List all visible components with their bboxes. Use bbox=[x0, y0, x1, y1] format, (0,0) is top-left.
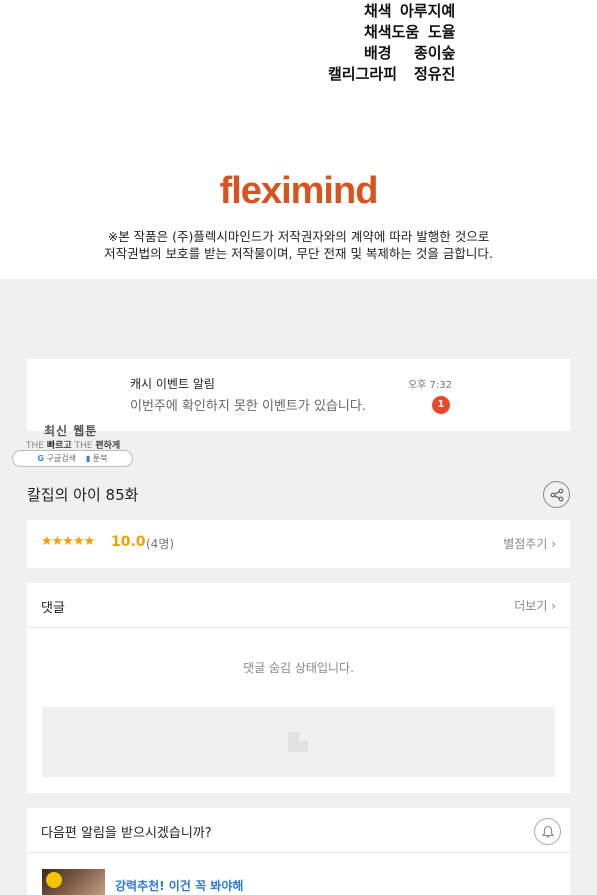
rating-score: 10.0 bbox=[111, 534, 146, 550]
notification-count-badge: 1 bbox=[432, 396, 450, 414]
copyright-notice: ※본 작품은 (주)플렉시마인드가 저작권자와의 계약에 따라 발행한 것으로 … bbox=[0, 228, 597, 262]
toonbook-ad-badge[interactable]: 최신 웹툰 THE 빠르고 THE 편하게 G 구글검색 ▮ 툰북 bbox=[12, 420, 133, 468]
credit-row: 배경 종이숲 bbox=[364, 42, 456, 63]
credit-role: 채색도움 bbox=[364, 23, 420, 41]
comments-title: 댓글 bbox=[41, 601, 65, 616]
bell-icon bbox=[541, 825, 554, 838]
notification-body: 이번주에 확인하지 못한 이벤트가 있습니다. bbox=[130, 399, 366, 414]
comments-hidden-message: 댓글 숨김 상태입니다. bbox=[243, 661, 354, 675]
publisher-logo: fleximind bbox=[219, 170, 379, 212]
recommend-link[interactable]: 강력추천! 이건 꼭 봐야해 bbox=[115, 877, 243, 894]
clock-icon bbox=[46, 872, 62, 888]
credit-row: 캘리그라피 정유진 bbox=[328, 63, 456, 84]
comments-card: 댓글 더보기 › 댓글 숨김 상태입니다. bbox=[27, 583, 570, 793]
rating-count: (4명) bbox=[146, 537, 175, 551]
notification-title: 캐시 이벤트 알림 bbox=[130, 377, 215, 391]
credit-role: 캘리그라피 bbox=[328, 65, 398, 83]
credit-role: 배경 bbox=[364, 44, 392, 62]
rate-button[interactable]: 별점주기 › bbox=[503, 535, 556, 552]
share-button[interactable] bbox=[543, 481, 570, 508]
ad-title: 최신 웹툰 bbox=[44, 424, 98, 438]
episode-title: 칼집의 아이 85화 bbox=[27, 486, 139, 504]
notify-toggle-button[interactable] bbox=[534, 818, 561, 845]
next-episode-question: 다음편 알림을 받으시겠습니까? bbox=[41, 826, 212, 841]
comments-more-link[interactable]: 더보기 › bbox=[514, 597, 556, 614]
credit-name: 도율 bbox=[428, 23, 456, 41]
ad-search-pill[interactable]: G 구글검색 ▮ 툰북 bbox=[12, 450, 133, 467]
recommend-thumbnail[interactable] bbox=[42, 869, 105, 895]
star-rating-icon: ★★★★★ bbox=[41, 534, 95, 549]
credit-name: 아루지예 bbox=[400, 2, 456, 20]
credit-name: 정유진 bbox=[414, 65, 456, 83]
ad-placeholder bbox=[42, 707, 555, 777]
toonbook-label: ▮ 툰북 bbox=[85, 454, 108, 463]
episode-footer: 채색 아루지예 채색도움 도율 배경 종이숲 캘리그라피 정유진 fleximi… bbox=[0, 0, 597, 279]
next-episode-card: 다음편 알림을 받으시겠습니까? 강력추천! 이건 꼭 봐야해 bbox=[27, 808, 570, 895]
notification-time: 오후 7:32 bbox=[407, 380, 452, 391]
rating-card: ★★★★★ 10.0 (4명) 별점주기 › bbox=[27, 520, 570, 568]
notice-line: ※본 작품은 (주)플렉시마인드가 저작권자와의 계약에 따라 발행한 것으로 bbox=[107, 229, 490, 244]
google-search-label: G 구글검색 bbox=[37, 454, 76, 463]
credits: 채색 아루지예 채색도움 도율 배경 종이숲 캘리그라피 정유진 bbox=[328, 0, 456, 84]
credit-row: 채색 아루지예 bbox=[364, 0, 456, 21]
notice-line: 저작권법의 보호를 받는 저작물이며, 무단 전재 및 복제하는 것을 금합니다… bbox=[104, 246, 493, 261]
next-episode-header: 다음편 알림을 받으시겠습니까? bbox=[27, 808, 570, 853]
placeholder-icon bbox=[288, 732, 308, 752]
credit-role: 채색 bbox=[364, 2, 392, 20]
credit-name: 종이숲 bbox=[414, 44, 456, 62]
share-icon bbox=[550, 488, 563, 501]
credit-row: 채색도움 도율 bbox=[364, 21, 456, 42]
comments-header: 댓글 더보기 › bbox=[27, 583, 570, 628]
